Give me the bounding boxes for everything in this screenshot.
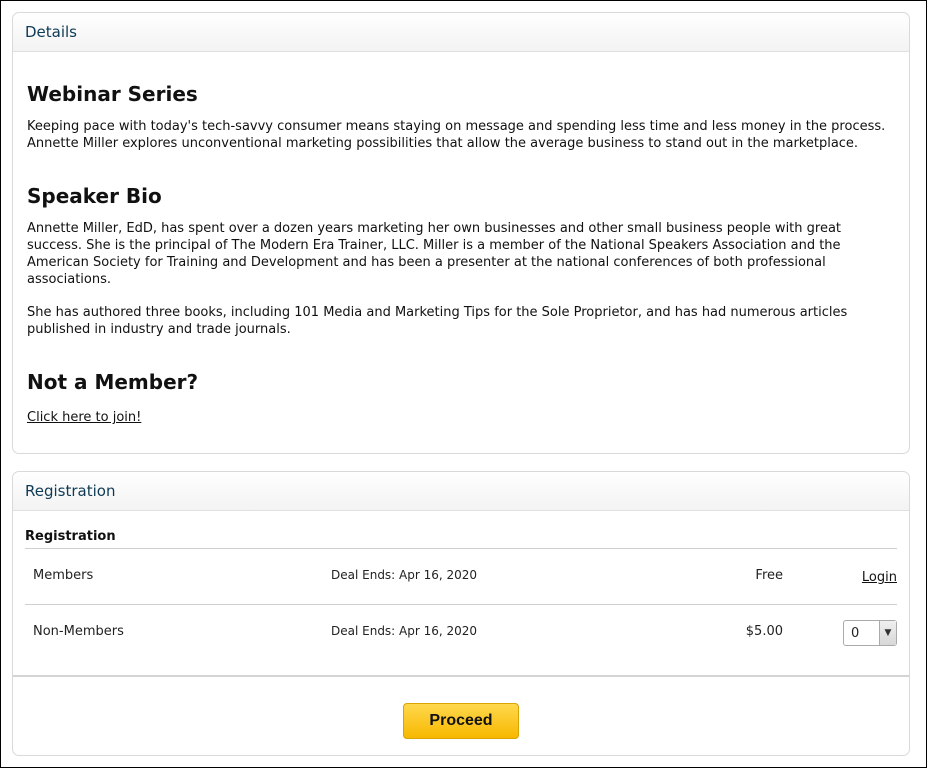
registration-panel: Registration Registration Members Deal E… <box>12 471 910 756</box>
ticket-name: Members <box>33 568 94 583</box>
deal-ends: Deal Ends: Apr 16, 2020 <box>331 624 478 638</box>
webinar-description: Keeping pace with today's tech-savvy con… <box>27 119 886 151</box>
ticket-price: Free <box>755 568 783 583</box>
join-link[interactable]: Click here to join! <box>27 410 141 425</box>
details-panel: Details Webinar Series Keeping pace with… <box>12 12 910 454</box>
speaker-bio-heading: Speaker Bio <box>27 184 162 208</box>
quantity-value: 0 <box>851 625 860 641</box>
speaker-bio-paragraph-1: Annette Miller, EdD, has spent over a do… <box>27 221 842 287</box>
not-member-heading: Not a Member? <box>27 370 199 394</box>
deal-ends: Deal Ends: Apr 16, 2020 <box>331 568 478 582</box>
registration-subtitle: Registration <box>25 529 116 544</box>
quantity-select[interactable]: 0 ▼ <box>843 620 897 646</box>
login-link[interactable]: Login <box>862 570 897 585</box>
webinar-heading: Webinar Series <box>27 82 198 106</box>
chevron-down-icon[interactable]: ▼ <box>879 621 896 645</box>
ticket-row-members: Members Deal Ends: Apr 16, 2020 Free Log… <box>25 548 897 604</box>
speaker-bio-paragraph-2: She has authored three books, including … <box>27 305 848 337</box>
ticket-row-non-members: Non-Members Deal Ends: Apr 16, 2020 $5.0… <box>25 604 897 660</box>
details-header: Details <box>13 13 909 52</box>
ticket-price: $5.00 <box>745 624 783 639</box>
registration-header: Registration <box>13 472 909 511</box>
ticket-name: Non-Members <box>33 624 124 639</box>
proceed-button[interactable]: Proceed <box>403 703 519 739</box>
